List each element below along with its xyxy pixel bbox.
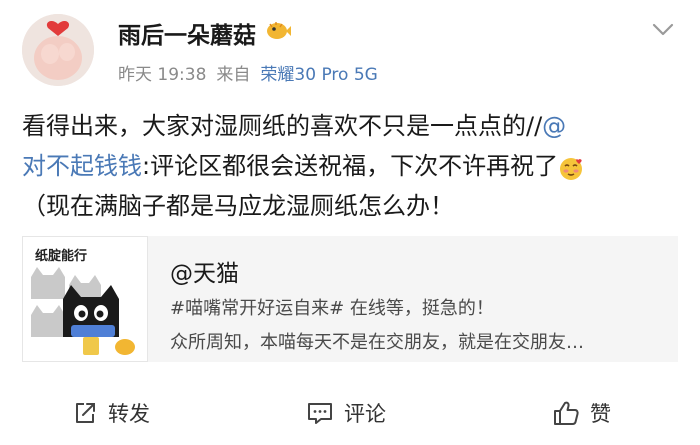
post-time: 昨天 19:38 xyxy=(118,65,207,85)
post-meta: 昨天 19:38 来自 荣耀30 Pro 5G xyxy=(118,60,378,85)
author-name-row: 雨后一朵蘑菇 xyxy=(118,16,292,50)
post-line-1: 看得出来，大家对湿厕纸的喜欢不只是一点点的//@ xyxy=(22,112,567,140)
like-label: 赞 xyxy=(590,402,611,426)
thumbs-up-icon xyxy=(552,399,580,427)
like-button[interactable]: 赞 xyxy=(552,398,611,428)
author-name[interactable]: 雨后一朵蘑菇 xyxy=(118,16,256,50)
card-title[interactable]: @天猫 xyxy=(170,254,239,288)
pufferfish-icon xyxy=(264,18,292,48)
comment-button[interactable]: 评论 xyxy=(306,398,386,428)
blushing-face-icon xyxy=(558,154,584,180)
card-text-line-2: 众所周知，本喵每天不是在交朋友，就是在交朋友… xyxy=(170,332,584,353)
post-text: 看得出来，大家对湿厕纸的喜欢不只是一点点的//@ 对不起钱钱:评论区都很会送祝福… xyxy=(22,106,682,226)
repost-label: 转发 xyxy=(108,402,150,426)
share-icon xyxy=(72,400,98,426)
comment-label: 评论 xyxy=(344,402,386,426)
post-line-3: （现在满脑子都是马应龙湿厕纸怎么办！ xyxy=(22,192,454,220)
chevron-down-icon[interactable] xyxy=(652,22,674,41)
repost-card[interactable]: 纸腚能行 @天猫 #喵嘴常开好运自来# 在线等，挺急的！ 众所周知，本喵每天不是… xyxy=(22,236,678,362)
post-line-2: 对不起钱钱:评论区都很会送祝福，下次不许再祝了 xyxy=(22,146,682,186)
card-text-line-1: #喵嘴常开好运自来# 在线等，挺急的！ xyxy=(170,298,494,319)
post-device[interactable]: 荣耀30 Pro 5G xyxy=(260,60,377,85)
repost-button[interactable]: 转发 xyxy=(72,398,150,428)
tmall-cat-illustration xyxy=(31,267,135,355)
avatar[interactable] xyxy=(22,14,94,86)
card-thumbnail: 纸腚能行 xyxy=(22,236,148,362)
mention-at[interactable]: @ xyxy=(542,112,566,140)
action-bar: 转发 评论 赞 xyxy=(0,392,700,442)
post-source-prefix: 来自 xyxy=(216,65,251,85)
comment-icon xyxy=(306,400,334,426)
mention-user[interactable]: 对不起钱钱 xyxy=(22,152,142,180)
